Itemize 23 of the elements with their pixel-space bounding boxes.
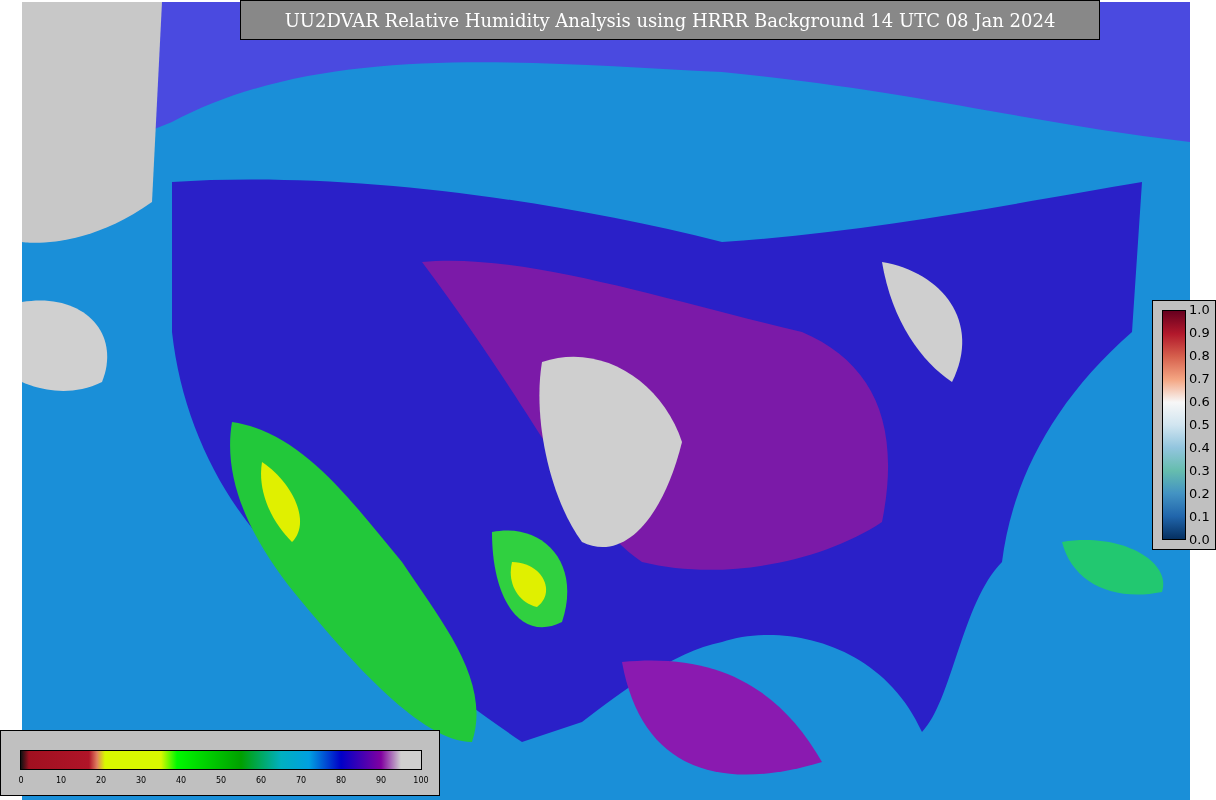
map-title: UU2DVAR Relative Humidity Analysis using HRRR Background 14 UTC 08 Jan 2024 bbox=[240, 0, 1100, 40]
colorbar-tick-label: 80 bbox=[335, 776, 347, 785]
colorbar-tick-label: 0.2 bbox=[1189, 487, 1210, 501]
colorbar-tick-label: 40 bbox=[175, 776, 187, 785]
colorbar-tick-label: 0.6 bbox=[1189, 395, 1210, 409]
colorbar-tick-label: 0.3 bbox=[1189, 464, 1210, 478]
colorbar-tick-label: 100 bbox=[413, 776, 429, 785]
colorbar-tick-label: 30 bbox=[135, 776, 147, 785]
colorbar-tick-label: 0.1 bbox=[1189, 510, 1210, 524]
colorbar-tick-label: 20 bbox=[95, 776, 107, 785]
colorbar-tick-label: 70 bbox=[295, 776, 307, 785]
colorbar-tick-label: 0.7 bbox=[1189, 372, 1210, 386]
colorbar-tick-label: 0.4 bbox=[1189, 441, 1210, 455]
colorbar-tick-label: 0.8 bbox=[1189, 349, 1210, 363]
colorbar-tick-label: 50 bbox=[215, 776, 227, 785]
colorbar-tick-label: 0.0 bbox=[1189, 533, 1210, 547]
colorbar-tick-label: 1.0 bbox=[1189, 303, 1210, 317]
colorbar-tick-label: 0.9 bbox=[1189, 326, 1210, 340]
colorbar-tick-label: 10 bbox=[55, 776, 67, 785]
colorbar-tick-label: 60 bbox=[255, 776, 267, 785]
colorbar-tick-label: 90 bbox=[375, 776, 387, 785]
colorbar-tick-label: 0 bbox=[18, 776, 24, 785]
colorbar-tick-label: 0.5 bbox=[1189, 418, 1210, 432]
